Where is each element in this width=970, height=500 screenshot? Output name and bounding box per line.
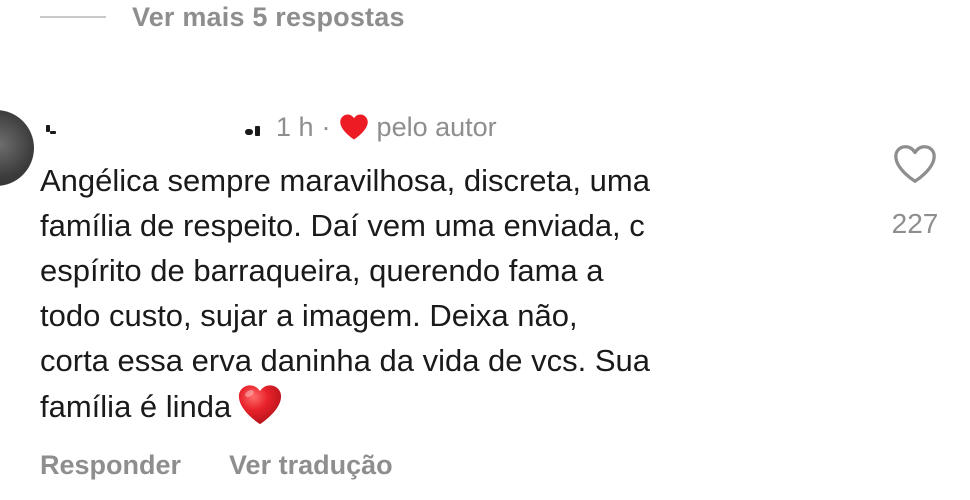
comment-line: família de respeito. Daí vem uma enviada… (40, 208, 645, 243)
comment-last-line: família é linda (40, 383, 860, 429)
like-count: 227 (891, 208, 939, 239)
avatar[interactable] (0, 110, 34, 186)
see-translation-button[interactable]: Ver tradução (229, 450, 393, 481)
comment-line: espírito de barraqueira, querendo fama a (40, 253, 604, 288)
meta-separator: · (321, 111, 331, 142)
comment-meta: 1 h · pelo autor (40, 108, 497, 146)
heart-filled-icon (339, 113, 369, 141)
comment-line: corta essa erva daninha da vida de vcs. … (40, 343, 651, 378)
red-heart-emoji-icon (237, 383, 283, 427)
thread-divider-line (40, 16, 106, 18)
heart-outline-icon[interactable] (892, 142, 938, 186)
comment-actions: Responder Ver tradução (40, 450, 441, 481)
username-redacted[interactable] (40, 112, 270, 142)
view-more-replies-label: Ver mais 5 respostas (132, 1, 405, 32)
comment-body: Angélica sempre maravilhosa, discreta, u… (40, 158, 860, 429)
comment-line: todo custo, sujar a imagem. Deixa não, (40, 298, 578, 333)
comment-line: Angélica sempre maravilhosa, discreta, u… (40, 163, 650, 198)
liked-by-author-label: pelo autor (376, 111, 497, 142)
reply-button[interactable]: Responder (40, 450, 181, 481)
view-more-replies-button[interactable]: Ver mais 5 respostas (40, 0, 405, 34)
comment-time: 1 h (276, 111, 314, 142)
comment-line: família é linda (40, 389, 232, 424)
like-area: 227 (880, 142, 950, 240)
